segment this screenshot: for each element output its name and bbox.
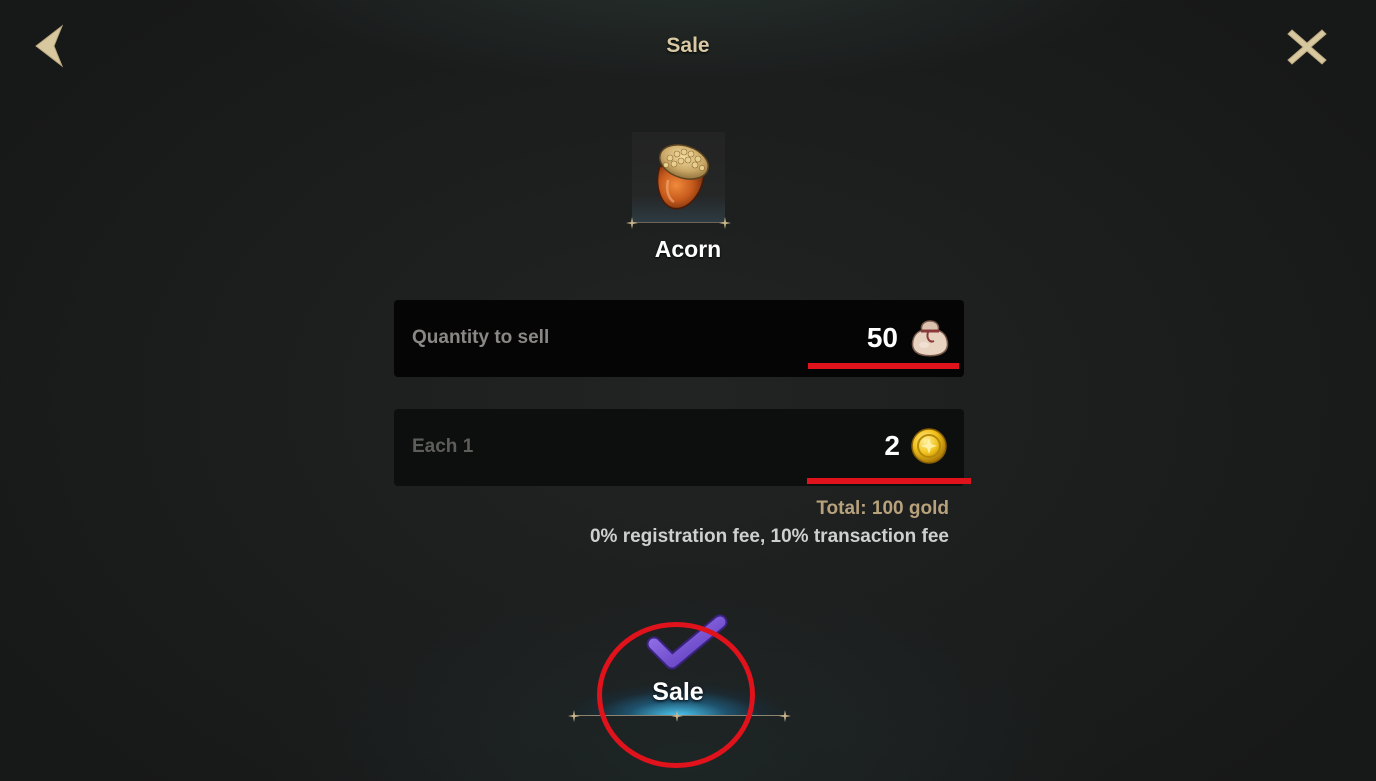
corner-ornament-icon bbox=[779, 710, 791, 722]
quantity-value: 50 bbox=[866, 322, 898, 353]
sale-button-label: Sale bbox=[652, 678, 704, 706]
close-button[interactable] bbox=[1284, 24, 1330, 70]
page-title: Sale bbox=[666, 34, 710, 57]
quantity-label: Quantity to sell bbox=[412, 327, 550, 348]
corner-ornament-icon bbox=[626, 217, 638, 229]
close-icon bbox=[1287, 29, 1327, 65]
highlight-underline bbox=[808, 363, 959, 369]
gold-coin-icon bbox=[911, 428, 947, 464]
highlight-underline bbox=[807, 478, 971, 484]
price-value: 2 bbox=[884, 430, 900, 461]
corner-ornament-icon bbox=[671, 710, 683, 722]
acorn-icon bbox=[656, 144, 710, 210]
sale-button[interactable]: Sale bbox=[568, 612, 791, 724]
price-per-unit-field[interactable]: Each 1 2 bbox=[394, 409, 964, 486]
item-name: Acorn bbox=[654, 236, 722, 262]
item-slot bbox=[626, 132, 731, 229]
corner-ornament-icon bbox=[568, 710, 580, 722]
fee-info: 0% registration fee, 10% transaction fee bbox=[589, 526, 949, 547]
corner-ornament-icon bbox=[719, 217, 731, 229]
price-label: Each 1 bbox=[412, 436, 474, 457]
total-amount: Total: 100 gold bbox=[816, 498, 949, 519]
bag-icon bbox=[911, 320, 949, 357]
sale-screen: Sale Acorn Quantity to sell 50 Each 1 2 … bbox=[0, 0, 1376, 781]
check-icon bbox=[646, 614, 728, 670]
